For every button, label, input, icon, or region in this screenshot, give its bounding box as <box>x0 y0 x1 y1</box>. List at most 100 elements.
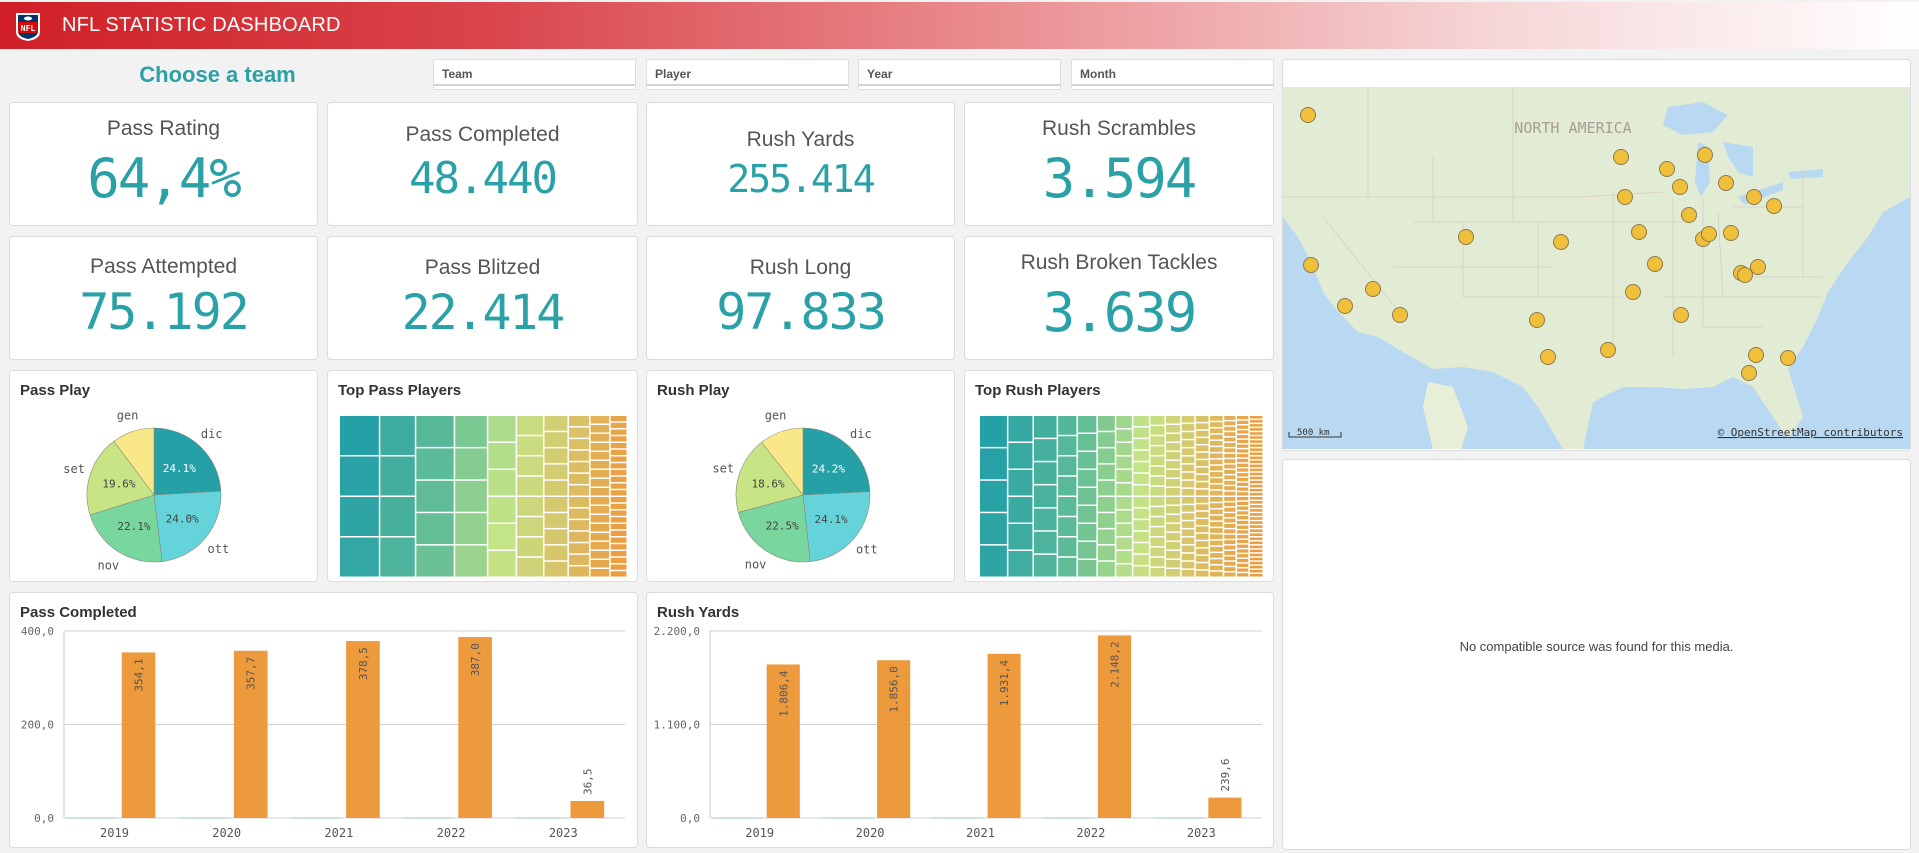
treemap-tile[interactable] <box>1249 521 1263 524</box>
bar-2023[interactable] <box>570 800 605 818</box>
treemap-tile[interactable] <box>1150 446 1165 455</box>
treemap-tile[interactable] <box>1249 573 1263 577</box>
treemap-tile[interactable] <box>544 464 568 480</box>
treemap-tile[interactable] <box>1195 526 1209 533</box>
treemap-tile[interactable] <box>590 470 610 478</box>
team-location-marker[interactable] <box>1529 312 1545 328</box>
treemap-tile[interactable] <box>1249 513 1263 516</box>
treemap-tile[interactable] <box>1116 483 1132 496</box>
treemap-tile[interactable] <box>1195 438 1209 444</box>
treemap-tile[interactable] <box>1249 569 1263 573</box>
treemap-tile[interactable] <box>568 497 590 508</box>
treemap-tile[interactable] <box>544 448 568 464</box>
treemap-tile[interactable] <box>1249 464 1263 468</box>
treemap-tile[interactable] <box>1058 416 1077 435</box>
treemap-tile[interactable] <box>1224 453 1236 458</box>
treemap-tile[interactable] <box>1210 459 1223 465</box>
treemap-tile[interactable] <box>1181 432 1195 439</box>
treemap-tile[interactable] <box>1133 462 1149 473</box>
treemap-tile[interactable] <box>488 551 516 577</box>
treemap-tile[interactable] <box>980 480 1007 512</box>
treemap-tile[interactable] <box>590 551 610 559</box>
treemap-tile[interactable] <box>590 560 610 568</box>
treemap-tile[interactable] <box>610 557 627 563</box>
treemap-tile[interactable] <box>1150 456 1165 466</box>
treemap-tile[interactable] <box>544 432 568 447</box>
treemap-tile[interactable] <box>1237 563 1249 567</box>
treemap-tile[interactable] <box>1133 531 1149 542</box>
treemap-tile[interactable] <box>1210 472 1223 477</box>
kpi-pass-blitzed[interactable]: Pass Blitzed 22.414 <box>327 236 638 360</box>
treemap-tile[interactable] <box>517 517 543 536</box>
treemap-tile[interactable] <box>340 416 379 455</box>
treemap-tile[interactable] <box>1077 524 1097 541</box>
treemap-tile[interactable] <box>1077 560 1097 577</box>
top-pass-players-treemap[interactable] <box>328 371 639 583</box>
treemap-tile[interactable] <box>610 436 627 442</box>
team-location-marker[interactable] <box>1718 175 1734 191</box>
treemap-tile[interactable] <box>1150 486 1165 496</box>
treemap-tile[interactable] <box>1249 541 1263 545</box>
treemap-tile[interactable] <box>1181 416 1195 423</box>
kpi-pass-attempted[interactable]: Pass Attempted 75.192 <box>9 236 318 360</box>
treemap-tile[interactable] <box>1195 423 1209 430</box>
treemap-tile[interactable] <box>1210 528 1223 533</box>
treemap-tile[interactable] <box>1166 461 1181 469</box>
treemap-tile[interactable] <box>1195 570 1209 577</box>
team-location-marker[interactable] <box>1748 347 1764 363</box>
treemap-tile[interactable] <box>1224 518 1236 523</box>
treemap-tile[interactable] <box>610 443 627 449</box>
treemap-tile[interactable] <box>610 470 627 476</box>
treemap-tile[interactable] <box>1008 416 1033 442</box>
treemap-tile[interactable] <box>1224 459 1236 464</box>
rush-play-chart[interactable]: Rush Play 24.2% dic 24.1% ott 22.5% nov 18.6% s… <box>646 370 955 582</box>
treemap-tile[interactable] <box>1237 525 1249 529</box>
treemap-tile[interactable] <box>1224 421 1236 426</box>
treemap-tile[interactable] <box>1237 463 1249 467</box>
treemap-tile[interactable] <box>1249 420 1263 423</box>
treemap-tile[interactable] <box>1237 516 1249 520</box>
treemap-tile[interactable] <box>590 497 610 505</box>
treemap-tile[interactable] <box>1210 434 1223 440</box>
team-location-marker[interactable] <box>1673 307 1689 323</box>
treemap-tile[interactable] <box>1097 432 1115 447</box>
treemap-tile[interactable] <box>1008 524 1033 550</box>
treemap-tile[interactable] <box>1195 497 1209 503</box>
treemap-tile[interactable] <box>1237 482 1249 486</box>
treemap-tile[interactable] <box>1224 534 1236 539</box>
top-rush-players-treemap[interactable] <box>965 371 1275 583</box>
treemap-tile[interactable] <box>1210 559 1223 565</box>
treemap-tile[interactable] <box>1237 473 1249 477</box>
treemap-tile[interactable] <box>1210 428 1223 434</box>
treemap-tile[interactable] <box>1195 460 1209 467</box>
treemap-tile[interactable] <box>1150 507 1165 516</box>
treemap-tile[interactable] <box>610 463 627 469</box>
treemap-tile[interactable] <box>1166 416 1181 424</box>
treemap-tile[interactable] <box>980 513 1007 545</box>
treemap-tile[interactable] <box>1150 497 1165 506</box>
treemap-tile[interactable] <box>1195 548 1209 555</box>
treemap-tile[interactable] <box>1058 557 1077 577</box>
treemap-tile[interactable] <box>1237 458 1249 463</box>
treemap-tile[interactable] <box>1210 521 1223 527</box>
treemap-tile[interactable] <box>488 416 516 442</box>
treemap-tile[interactable] <box>568 520 590 531</box>
treemap-tile[interactable] <box>1195 489 1209 496</box>
team-location-marker[interactable] <box>1741 365 1757 381</box>
treemap-tile[interactable] <box>1097 529 1115 545</box>
treemap-tile[interactable] <box>416 545 454 577</box>
treemap-tile[interactable] <box>1150 527 1165 536</box>
treemap-tile[interactable] <box>1210 490 1223 496</box>
treemap-tile[interactable] <box>455 416 487 447</box>
treemap-tile[interactable] <box>517 436 543 455</box>
treemap-tile[interactable] <box>1058 436 1077 455</box>
treemap-tile[interactable] <box>1133 554 1149 565</box>
team-location-marker[interactable] <box>1365 281 1381 297</box>
treemap-tile[interactable] <box>1133 450 1149 461</box>
pass-play-chart[interactable]: Pass Play 24.1% dic 24.0% ott 22.1% nov 19.6% s… <box>9 370 318 582</box>
treemap-tile[interactable] <box>610 476 627 482</box>
treemap-tile[interactable] <box>1249 416 1263 419</box>
treemap-tile[interactable] <box>1116 443 1132 455</box>
treemap-tile[interactable] <box>1033 439 1057 461</box>
treemap-tile[interactable] <box>590 443 610 451</box>
